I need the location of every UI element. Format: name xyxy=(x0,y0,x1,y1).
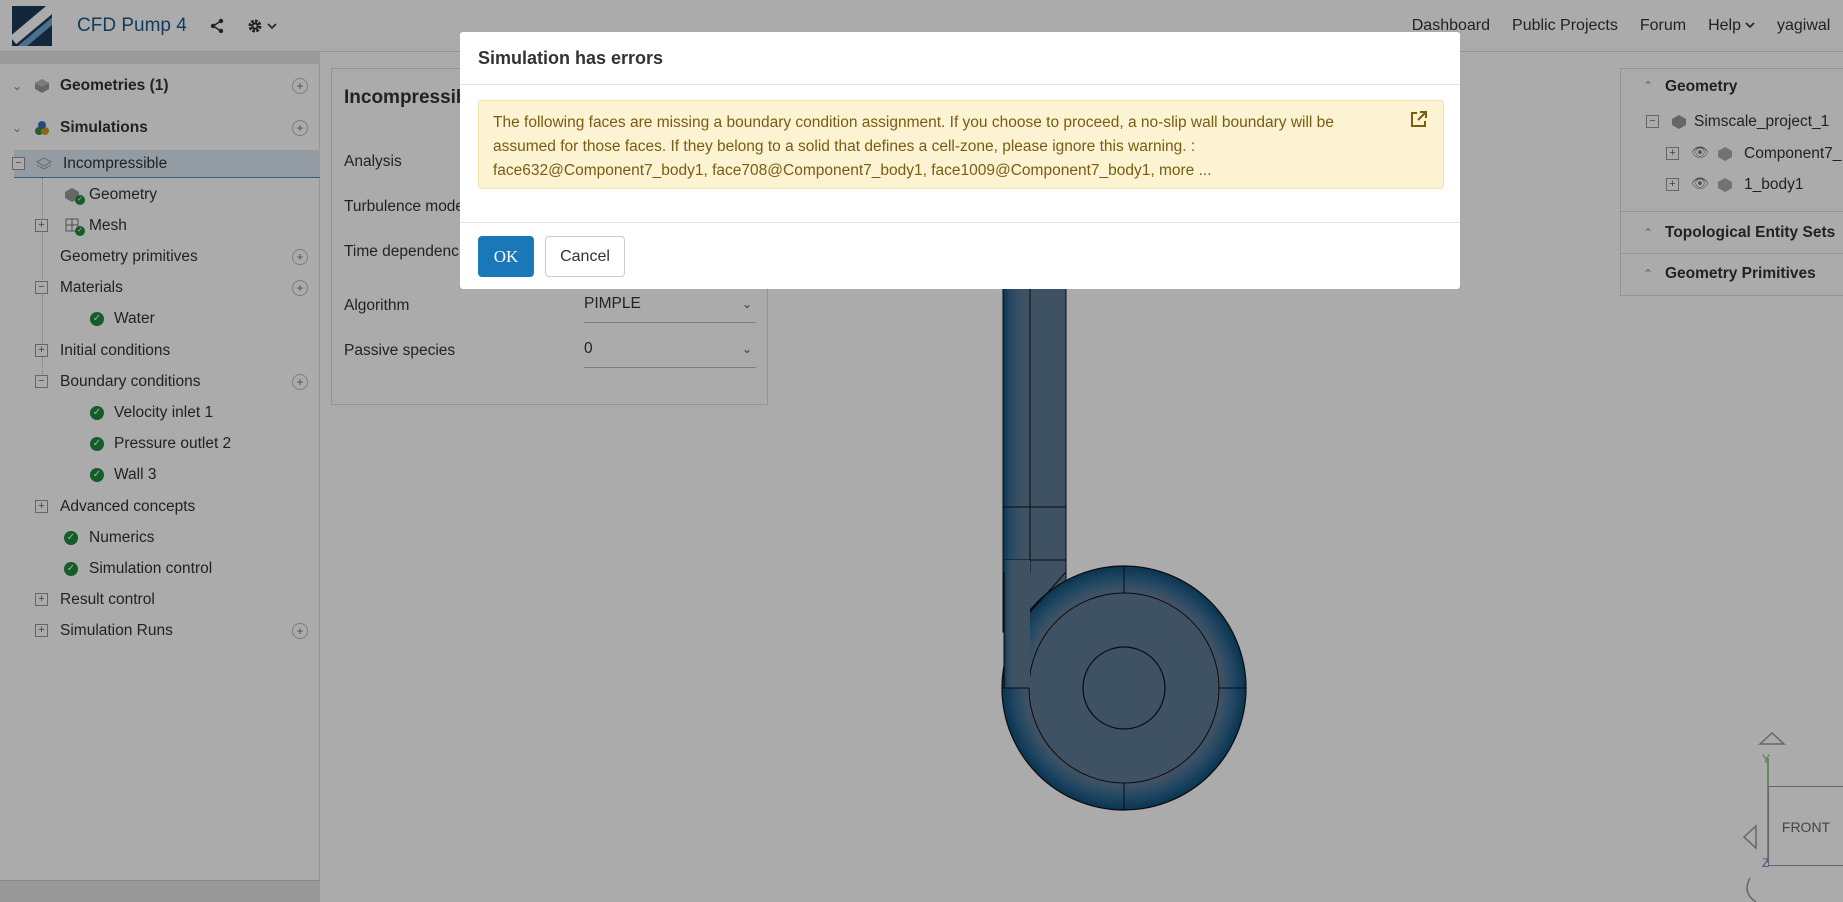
external-link-icon[interactable] xyxy=(1409,109,1429,129)
cancel-button[interactable]: Cancel xyxy=(545,236,625,277)
ok-button[interactable]: OK xyxy=(478,236,534,277)
simulation-errors-dialog: Simulation has errors The following face… xyxy=(460,32,1460,289)
warning-text-line: The following faces are missing a bounda… xyxy=(493,114,1334,131)
warning-text-line: face632@Component7_body1, face708@Compon… xyxy=(493,162,1212,179)
dialog-title: Simulation has errors xyxy=(478,48,664,68)
divider xyxy=(460,84,1460,85)
divider xyxy=(460,222,1460,223)
warning-alert: The following faces are missing a bounda… xyxy=(478,100,1444,189)
warning-text-line: assumed for those faces. If they belong … xyxy=(493,138,1196,155)
